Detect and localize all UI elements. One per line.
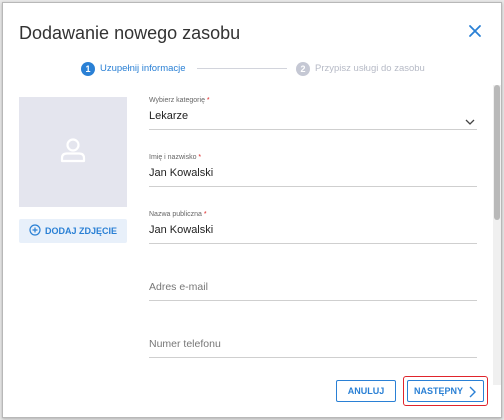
step-2-number: 2	[296, 62, 310, 76]
close-icon[interactable]	[464, 20, 486, 42]
public-name-value: Jan Kowalski	[149, 224, 214, 236]
public-name-field[interactable]: Nazwa publiczna * Jan Kowalski	[149, 211, 477, 245]
full-name-value: Jan Kowalski	[149, 167, 214, 179]
add-photo-button[interactable]: DODAJ ZDJĘCIE	[19, 219, 127, 243]
phone-field[interactable]: Numer telefonu	[149, 338, 477, 358]
step-1-number: 1	[81, 62, 95, 76]
stepper: 1 Uzupełnij informacje 2 Przypisz usługi…	[3, 60, 501, 78]
next-button[interactable]: NASTĘPNY	[407, 380, 484, 402]
dialog-title: Dodawanie nowego zasobu	[19, 23, 241, 43]
cancel-button[interactable]: ANULUJ	[336, 380, 396, 402]
chevron-right-icon	[467, 385, 477, 401]
category-value: Lekarze	[149, 110, 189, 122]
user-avatar-icon	[58, 135, 88, 170]
add-photo-label: DODAJ ZDJĘCIE	[44, 226, 117, 236]
scrollbar-thumb[interactable]	[494, 85, 500, 220]
category-label: Wybierz kategorię *	[149, 97, 210, 104]
full-name-underline	[149, 186, 477, 187]
category-select[interactable]: Wybierz kategorię * Lekarze	[149, 97, 477, 131]
phone-placeholder: Numer telefonu	[149, 338, 221, 350]
email-underline	[149, 300, 477, 301]
email-field[interactable]: Adres e-mail	[149, 281, 477, 301]
add-resource-dialog: Dodawanie nowego zasobu 1 Uzupełnij info…	[2, 2, 502, 418]
photo-placeholder	[19, 97, 127, 207]
full-name-label: Imię i nazwisko *	[149, 154, 202, 161]
phone-underline	[149, 357, 477, 358]
full-name-field[interactable]: Imię i nazwisko * Jan Kowalski	[149, 154, 477, 188]
email-placeholder: Adres e-mail	[149, 281, 208, 293]
public-name-label: Nazwa publiczna *	[149, 211, 207, 218]
category-underline	[149, 129, 477, 130]
scrollbar[interactable]	[493, 85, 501, 385]
step-2-label: Przypisz usługi do zasobu	[315, 63, 425, 74]
step-connector	[197, 68, 287, 69]
public-name-underline	[149, 243, 477, 244]
step-1-label: Uzupełnij informacje	[100, 63, 186, 74]
next-button-label: NASTĘPNY	[414, 386, 464, 396]
add-circle-icon	[29, 224, 45, 238]
